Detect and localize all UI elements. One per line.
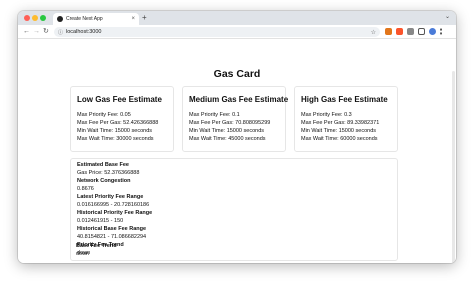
latest-priority-range-value: 0.016166995 - 20.728160186 <box>77 202 150 208</box>
max-priority-fee: Max Priority Fee: 0.05 <box>77 112 131 118</box>
max-priority-fee: Max Priority Fee: 0.3 <box>301 112 352 118</box>
tab-title: Create Next App <box>66 16 103 22</box>
page-scrollbar[interactable] <box>452 71 455 263</box>
max-priority-fee: Max Priority Fee: 0.1 <box>189 112 240 118</box>
min-wait-time: Min Wait Time: 15000 seconds <box>189 128 264 134</box>
max-wait-time: Max Wait Time: 30000 seconds <box>77 136 154 142</box>
max-wait-time: Max Wait Time: 45000 seconds <box>189 136 266 142</box>
profile-icon[interactable] <box>429 28 436 35</box>
address-bar[interactable]: ⓘ localhost:3000 ☆ <box>54 27 380 37</box>
tab-close-icon[interactable]: × <box>131 16 135 22</box>
close-window-button[interactable] <box>24 15 30 21</box>
new-tab-button[interactable]: + <box>142 13 147 23</box>
page-title: Gas Card <box>213 68 261 80</box>
max-fee-per-gas: Max Fee Per Gas: 70.808095299 <box>189 120 271 126</box>
historical-base-range-label: Historical Base Fee Range <box>77 226 147 232</box>
historical-priority-range-value: 0.012461915 - 150 <box>77 218 124 224</box>
base-fee-trend-value: down <box>76 251 90 257</box>
back-icon[interactable]: ← <box>23 27 30 37</box>
tab-list-chevron-icon[interactable]: ⌄ <box>445 13 450 20</box>
max-fee-per-gas: Max Fee Per Gas: 52.426366888 <box>77 120 159 126</box>
high-gas-card: High Gas Fee Estimate Max Priority Fee: … <box>294 86 398 152</box>
bookmark-star-icon[interactable]: ☆ <box>371 29 376 36</box>
browser-toolbar: ← → ↻ ⓘ localhost:3000 ☆ <box>18 25 456 39</box>
browser-window: Create Next App × + ⌄ ← → ↻ ⓘ localhost:… <box>18 11 456 263</box>
historical-priority-range-label: Historical Priority Fee Range <box>77 210 153 216</box>
shield-extension-icon[interactable] <box>396 28 403 35</box>
gas-price-value: Gas Price: 52.376366888 <box>77 170 140 176</box>
latest-priority-range-label: Latest Priority Fee Range <box>77 194 144 200</box>
card-title: Medium Gas Fee Estimate <box>189 95 289 104</box>
site-info-icon[interactable]: ⓘ <box>58 29 63 36</box>
max-fee-per-gas: Max Fee Per Gas: 89.33982371 <box>301 120 380 126</box>
menu-icon[interactable] <box>440 28 447 35</box>
minimize-window-button[interactable] <box>32 15 38 21</box>
puzzle-extension-icon[interactable] <box>407 28 414 35</box>
maximize-window-button[interactable] <box>40 15 46 21</box>
reload-icon[interactable]: ↻ <box>43 27 49 37</box>
page-content: Gas Card Low Gas Fee Estimate Max Priori… <box>18 40 456 263</box>
card-title: Low Gas Fee Estimate <box>77 95 162 104</box>
fox-extension-icon[interactable] <box>385 28 392 35</box>
low-gas-card: Low Gas Fee Estimate Max Priority Fee: 0… <box>70 86 174 152</box>
active-tab[interactable]: Create Next App × <box>53 13 139 25</box>
base-fee-label: Estimated Base Fee <box>77 162 129 168</box>
network-congestion-label: Network Congestion <box>77 178 131 184</box>
forward-icon[interactable]: → <box>33 27 40 37</box>
medium-gas-card: Medium Gas Fee Estimate Max Priority Fee… <box>182 86 289 152</box>
tab-bar: Create Next App × + ⌄ <box>18 11 456 25</box>
historical-base-range-value: 40.8154821 - 71.086682294 <box>77 234 147 240</box>
url-text[interactable]: localhost:3000 <box>66 29 101 35</box>
nextjs-favicon-icon <box>57 16 63 22</box>
card-title: High Gas Fee Estimate <box>301 95 388 104</box>
min-wait-time: Min Wait Time: 15000 seconds <box>77 128 152 134</box>
base-fee-trend-label: Base Fee Trend <box>76 243 117 249</box>
gas-details-panel: Estimated Base Fee Gas Price: 52.3763668… <box>70 158 398 261</box>
network-congestion-value: 0.8676 <box>77 186 94 192</box>
min-wait-time: Min Wait Time: 15000 seconds <box>301 128 376 134</box>
max-wait-time: Max Wait Time: 60000 seconds <box>301 136 378 142</box>
sidebar-icon[interactable] <box>418 28 425 35</box>
